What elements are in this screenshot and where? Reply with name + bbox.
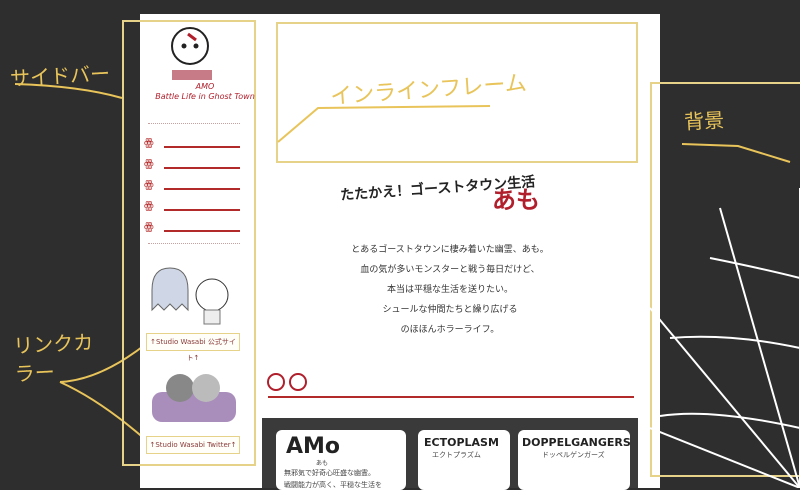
sidebar-nav-item-4[interactable]: ꙮ	[144, 199, 240, 215]
ghost-icon: ꙮ	[144, 220, 154, 233]
card-desc: 戦闘能力が高く、平穏な生活を	[284, 481, 382, 489]
sofa-illustration	[152, 374, 236, 422]
ghost-icon: ꙮ	[144, 157, 154, 170]
character-card-doppelgangers[interactable]: DOPPELGANGERS ドッペルゲンガーズ	[518, 430, 631, 490]
game-title-amo: あも	[492, 186, 540, 214]
twitter-link[interactable]: ↑Studio Wasabi Twitter↑	[146, 436, 240, 454]
card-ruby: エクトプラズム	[432, 451, 481, 459]
character-card-amo[interactable]: AMo あも 無邪気で好奇心旺盛な幽霊。 戦闘能力が高く、平穏な生活を	[276, 430, 406, 490]
sidebar-nav-item-1[interactable]: ꙮ	[144, 136, 240, 152]
annotation-sidebar: サイドバー	[9, 61, 111, 91]
logo-text: AMO Battle Life in Ghost Town	[150, 82, 260, 102]
logo-title: AMO	[195, 82, 215, 91]
ghost-characters-illustration	[151, 267, 229, 325]
card-title: ECTOPLASM	[424, 436, 499, 449]
intro-line-2: 血の気が多いモンスターと戦う毎日だけど、	[360, 265, 540, 275]
ground-line	[268, 396, 634, 398]
sidebar-divider	[148, 123, 240, 124]
sidebar-nav-item-3[interactable]: ꙮ	[144, 178, 240, 194]
logo-subtitle: Battle Life in Ghost Town	[155, 92, 255, 101]
character-card-ectoplasm[interactable]: ECTOPLASM エクトプラズム	[418, 430, 510, 490]
intro-line-1: とあるゴーストタウンに棲み着いた幽霊、あも。	[351, 245, 549, 255]
annotation-link-color: リンクカラー	[12, 329, 94, 387]
intro-line-3: 本当は平穏な生活を送りたい。	[386, 285, 513, 295]
intro-line-5: のほほんホラーライフ。	[400, 325, 500, 335]
intro-line-4: シュールな仲間たちと繰り広げる	[382, 305, 518, 315]
sidebar-divider	[148, 243, 240, 244]
spider-web-icon	[650, 188, 800, 488]
card-ruby: ドッペルゲンガーズ	[542, 451, 605, 459]
card-ruby: あも	[316, 460, 329, 467]
ghost-icon: ꙮ	[144, 199, 154, 212]
ghost-icon: ꙮ	[144, 136, 154, 149]
official-site-link[interactable]: ↑Studio Wasabi 公式サイト↑	[146, 333, 240, 362]
card-title: AMo	[286, 434, 341, 459]
card-desc: 無邪気で好奇心旺盛な幽霊。	[284, 469, 375, 477]
sidebar-nav-item-2[interactable]: ꙮ	[144, 157, 240, 173]
card-title: DOPPELGANGERS	[522, 436, 631, 449]
sidebar-nav-item-5[interactable]: ꙮ	[144, 220, 240, 236]
ghost-icon: ꙮ	[144, 178, 154, 191]
